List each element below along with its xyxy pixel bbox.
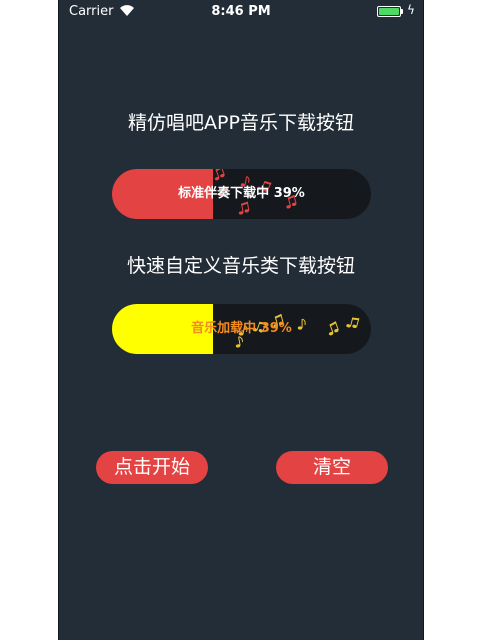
start-button[interactable]: 点击开始 [96,451,208,484]
charging-icon: ϟ [407,3,415,17]
phone-screen: Carrier 8:46 PM ϟ 精仿唱吧APP音乐下载按钮 标准伴奏下载中 … [58,0,424,640]
download-button-custom[interactable]: 音乐加载中 39% [112,304,371,354]
battery-icon [377,6,401,17]
section-title-custom: 快速自定义音乐类下载按钮 [126,255,355,277]
clock: 8:46 PM [211,4,271,19]
download-progress-label: 标准伴奏下载中 39% [178,186,305,201]
status-bar: Carrier 8:46 PM ϟ [59,0,423,24]
section-title-singbar: 精仿唱吧APP音乐下载按钮 [128,112,354,134]
download-button-singbar[interactable]: 标准伴奏下载中 39% [112,169,371,219]
battery-tip [401,9,403,14]
download-progress-label: 音乐加载中 39% [191,321,292,336]
clear-button[interactable]: 清空 [276,451,388,484]
battery-level [379,8,399,15]
